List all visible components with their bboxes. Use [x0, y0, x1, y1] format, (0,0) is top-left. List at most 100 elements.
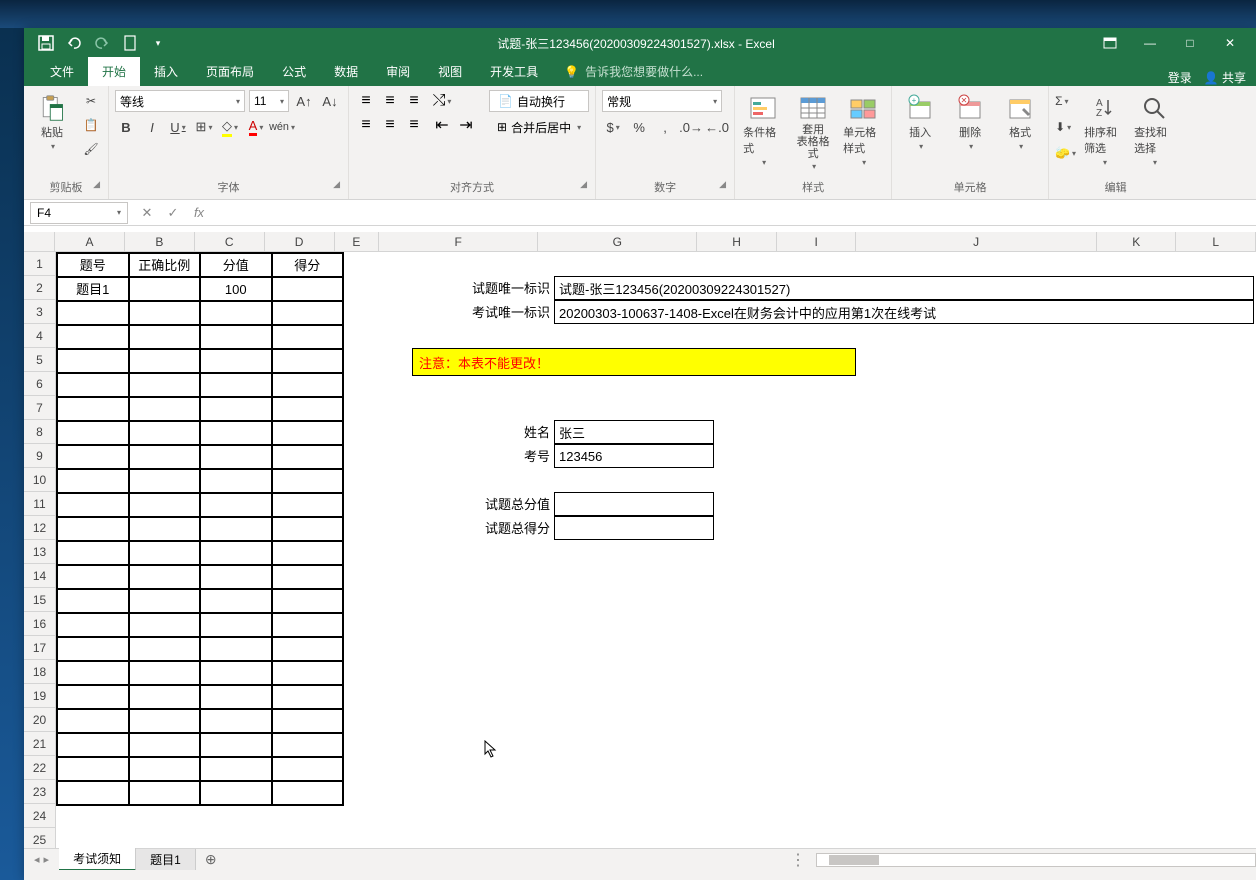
align-bottom-icon[interactable]: ≡: [403, 90, 425, 112]
formula-input[interactable]: [212, 202, 1256, 224]
row-header[interactable]: 5: [24, 348, 55, 372]
dialog-launcher-icon[interactable]: ◢: [333, 179, 340, 190]
autosum-icon[interactable]: Σ ▾: [1055, 90, 1068, 112]
col-header[interactable]: E: [335, 232, 380, 251]
table-cell[interactable]: [57, 349, 129, 373]
table-cell[interactable]: [129, 397, 201, 421]
tab-file[interactable]: 文件: [36, 57, 88, 86]
minimize-button[interactable]: —: [1132, 33, 1168, 53]
fill-color-button[interactable]: ◇▾: [219, 116, 241, 138]
table-cell[interactable]: [57, 421, 129, 445]
align-top-icon[interactable]: ≡: [355, 90, 377, 112]
row-header[interactable]: 17: [24, 636, 55, 660]
table-cell[interactable]: 得分: [272, 253, 344, 277]
tab-home[interactable]: 开始: [88, 57, 140, 86]
table-cell[interactable]: [57, 301, 129, 325]
dialog-launcher-icon[interactable]: ◢: [580, 179, 587, 190]
tab-insert[interactable]: 插入: [140, 57, 192, 86]
login-button[interactable]: 登录: [1168, 69, 1192, 86]
table-cell[interactable]: [129, 757, 201, 781]
table-cell[interactable]: [57, 493, 129, 517]
table-cell[interactable]: [129, 277, 201, 301]
table-cell[interactable]: [129, 613, 201, 637]
row-header[interactable]: 16: [24, 612, 55, 636]
tab-view[interactable]: 视图: [424, 57, 476, 86]
increase-decimal-icon[interactable]: .0→: [680, 116, 702, 138]
table-cell[interactable]: [200, 709, 272, 733]
table-cell[interactable]: [57, 589, 129, 613]
row-header[interactable]: 1: [24, 252, 55, 276]
table-cell[interactable]: 题目1: [57, 277, 129, 301]
table-cell[interactable]: [129, 565, 201, 589]
table-cell[interactable]: [272, 349, 344, 373]
table-cell[interactable]: [57, 637, 129, 661]
row-header[interactable]: 19: [24, 684, 55, 708]
table-cell[interactable]: [200, 781, 272, 805]
table-cell[interactable]: [200, 493, 272, 517]
save-icon[interactable]: [38, 35, 54, 51]
tab-data[interactable]: 数据: [320, 57, 372, 86]
number-format-select[interactable]: 常规▾: [602, 90, 722, 112]
table-cell[interactable]: [200, 373, 272, 397]
row-header[interactable]: 9: [24, 444, 55, 468]
tab-page-layout[interactable]: 页面布局: [192, 57, 268, 86]
row-header[interactable]: 7: [24, 396, 55, 420]
copy-icon[interactable]: 📋: [80, 114, 102, 136]
row-header[interactable]: 4: [24, 324, 55, 348]
table-cell[interactable]: [57, 325, 129, 349]
add-sheet-icon[interactable]: ⊕: [196, 851, 226, 868]
row-header[interactable]: 10: [24, 468, 55, 492]
table-cell[interactable]: [129, 373, 201, 397]
table-cell[interactable]: [200, 685, 272, 709]
total-score-value[interactable]: [554, 492, 714, 516]
table-cell[interactable]: [129, 493, 201, 517]
table-cell[interactable]: [129, 541, 201, 565]
row-header[interactable]: 21: [24, 732, 55, 756]
table-cell[interactable]: [200, 301, 272, 325]
table-cell[interactable]: [200, 397, 272, 421]
table-cell[interactable]: [200, 661, 272, 685]
table-cell[interactable]: [57, 709, 129, 733]
row-header[interactable]: 15: [24, 588, 55, 612]
table-cell[interactable]: [129, 325, 201, 349]
col-header[interactable]: H: [697, 232, 777, 251]
table-cell[interactable]: [200, 757, 272, 781]
col-header[interactable]: D: [265, 232, 335, 251]
exam-id-value[interactable]: 20200303-100637-1408-Excel在财务会计中的应用第1次在线…: [554, 300, 1254, 324]
cut-icon[interactable]: ✂: [80, 90, 102, 112]
insert-cells-button[interactable]: + 插入▾: [898, 90, 942, 155]
table-cell[interactable]: [200, 445, 272, 469]
table-cell[interactable]: [272, 397, 344, 421]
table-cell[interactable]: [57, 661, 129, 685]
fill-icon[interactable]: ⬇ ▾: [1055, 116, 1071, 138]
underline-button[interactable]: U▾: [167, 116, 189, 138]
table-cell[interactable]: [272, 733, 344, 757]
phonetic-button[interactable]: wén▾: [271, 116, 293, 138]
table-cell[interactable]: [129, 637, 201, 661]
format-painter-icon[interactable]: 🖌: [80, 138, 102, 160]
tab-split-icon[interactable]: ⋮: [780, 850, 816, 870]
tell-me[interactable]: 💡 告诉我您想要做什么...: [552, 57, 715, 86]
dialog-launcher-icon[interactable]: ◢: [719, 179, 726, 190]
tab-formulas[interactable]: 公式: [268, 57, 320, 86]
table-cell[interactable]: [272, 685, 344, 709]
table-cell[interactable]: [272, 541, 344, 565]
font-color-button[interactable]: A▾: [245, 116, 267, 138]
table-cell[interactable]: [272, 565, 344, 589]
undo-icon[interactable]: [66, 35, 82, 51]
format-as-table-button[interactable]: 套用 表格格式▾: [791, 90, 835, 175]
row-header[interactable]: 14: [24, 564, 55, 588]
table-cell[interactable]: [272, 517, 344, 541]
redo-icon[interactable]: [94, 35, 110, 51]
tab-review[interactable]: 审阅: [372, 57, 424, 86]
table-cell[interactable]: [57, 445, 129, 469]
table-cell[interactable]: [200, 733, 272, 757]
row-header[interactable]: 2: [24, 276, 55, 300]
table-cell[interactable]: [272, 277, 344, 301]
cell-styles-button[interactable]: 单元格样式▾: [841, 90, 885, 171]
align-left-icon[interactable]: ≡: [355, 114, 377, 136]
table-cell[interactable]: [200, 613, 272, 637]
table-cell[interactable]: [57, 685, 129, 709]
delete-cells-button[interactable]: ✕ 删除▾: [948, 90, 992, 155]
merge-center-button[interactable]: ⊞ 合并后居中 ▾: [489, 116, 589, 138]
